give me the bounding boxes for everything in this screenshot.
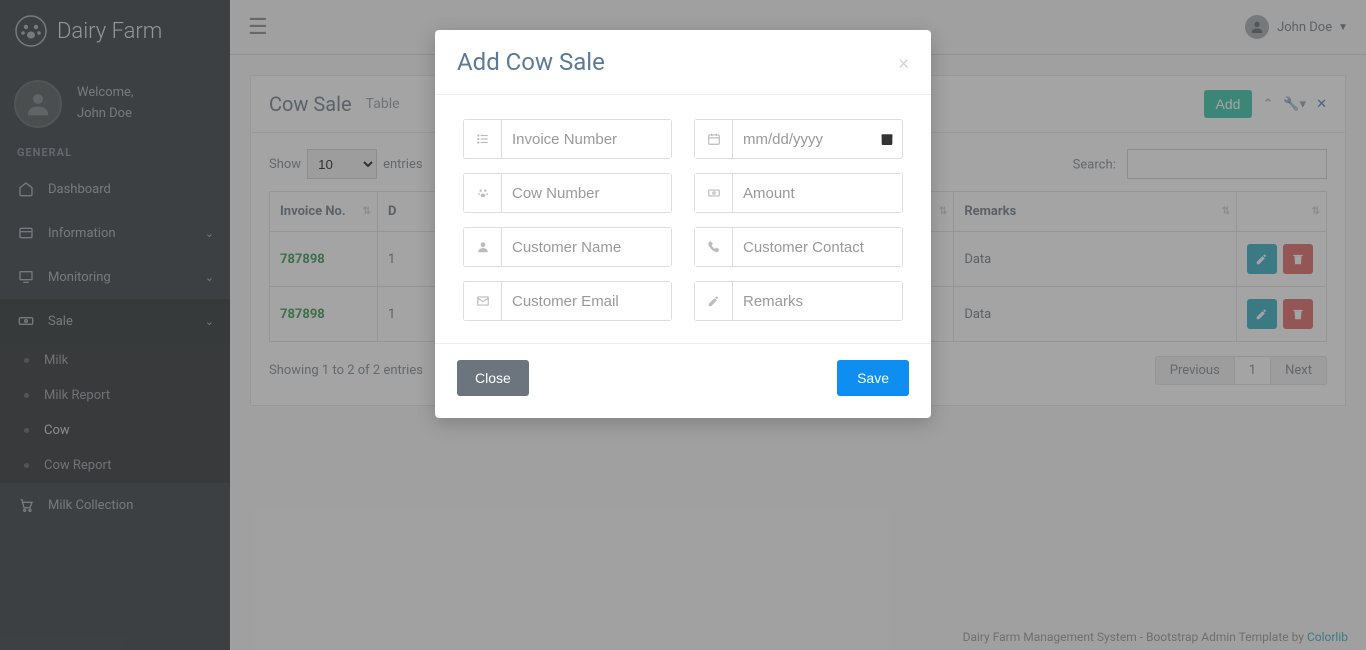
cow-group [463,173,672,213]
cemail-input[interactable] [502,282,671,320]
ccontact-input[interactable] [733,228,902,266]
save-button[interactable]: Save [837,360,909,396]
list-icon [464,120,502,158]
cemail-group [463,281,672,321]
paw-icon [464,174,502,212]
close-button[interactable]: Close [457,360,529,396]
cname-input[interactable] [502,228,671,266]
pencil-icon [695,282,733,320]
phone-icon [695,228,733,266]
date-group [694,119,903,159]
date-input[interactable] [733,120,872,158]
invoice-group [463,119,672,159]
user-icon [464,228,502,266]
calendar-icon [695,120,733,158]
date-picker-icon[interactable] [872,120,902,158]
remarks-input[interactable] [733,282,902,320]
modal-close-icon[interactable]: × [899,50,909,74]
amount-group [694,173,903,213]
remarks-group [694,281,903,321]
envelope-icon [464,282,502,320]
ccontact-group [694,227,903,267]
invoice-input[interactable] [502,120,671,158]
amount-input[interactable] [733,174,902,212]
add-cow-sale-modal: Add Cow Sale × [435,30,931,418]
money-icon [695,174,733,212]
modal-title: Add Cow Sale [457,48,605,76]
cname-group [463,227,672,267]
cow-input[interactable] [502,174,671,212]
